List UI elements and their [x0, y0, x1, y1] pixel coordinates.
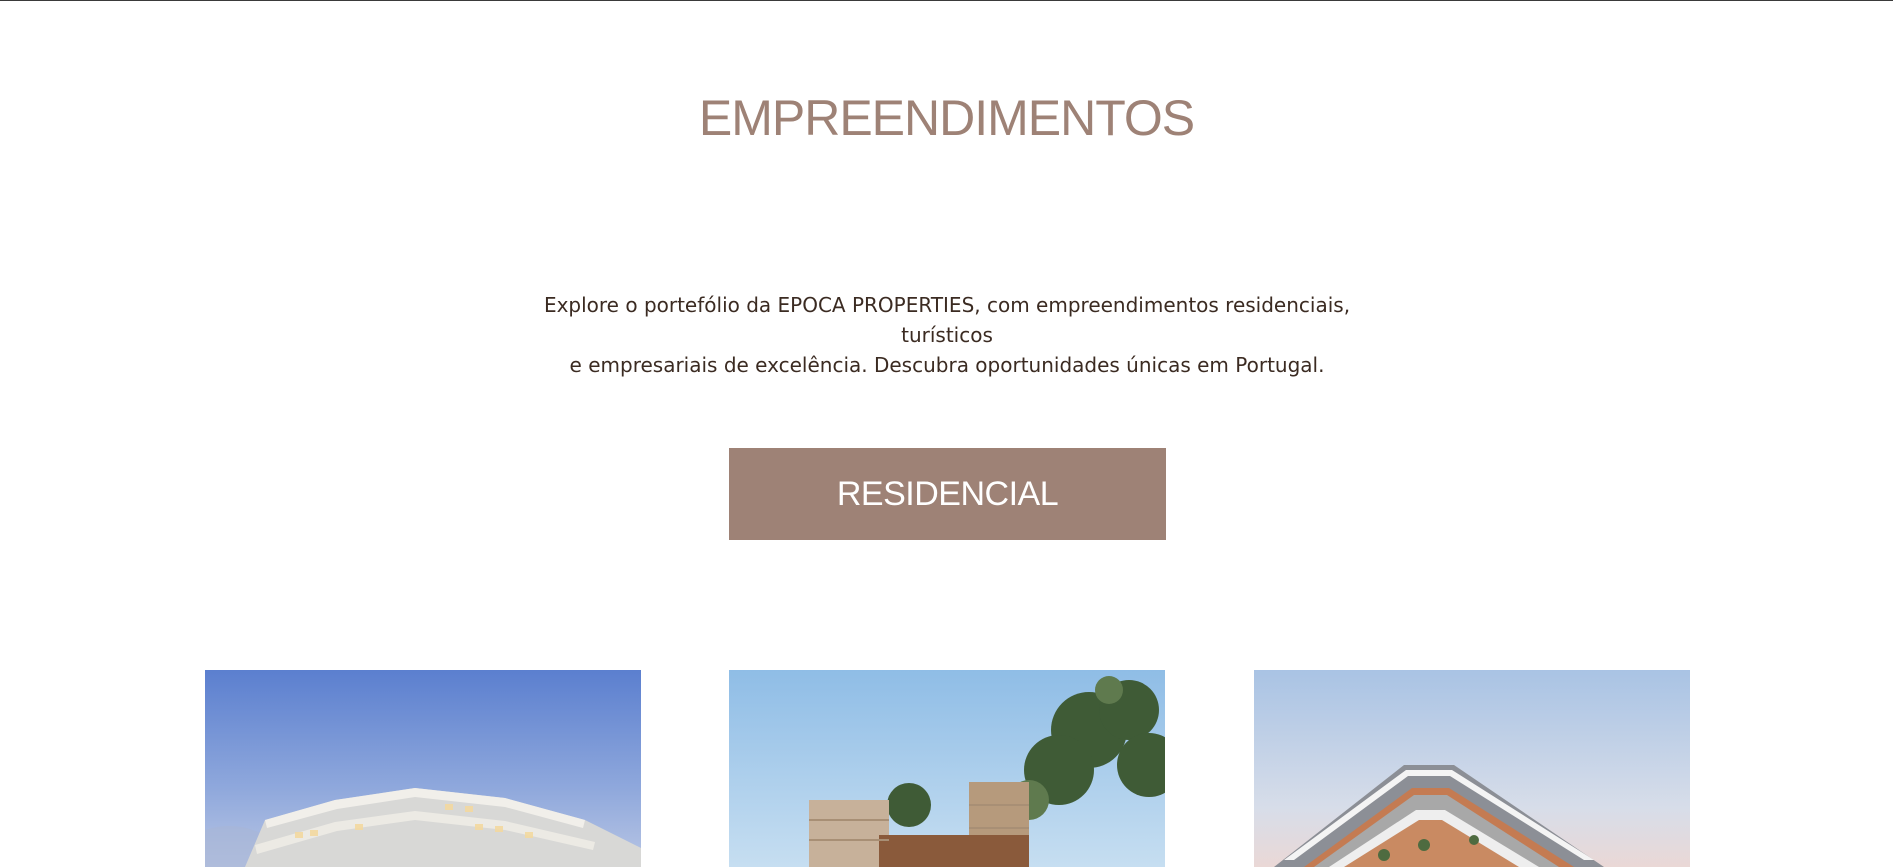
project-card-2[interactable] [729, 670, 1165, 867]
project-card-1[interactable] [205, 670, 641, 867]
project-card-3[interactable] [1254, 670, 1690, 867]
project-image-3 [1254, 670, 1690, 867]
top-divider [0, 0, 1893, 1]
intro-line-2: e empresariais de excelência. Descubra o… [569, 353, 1325, 377]
intro-line-1: Explore o portefólio da EPOCA PROPERTIES… [543, 293, 1351, 347]
section-intro: Explore o portefólio da EPOCA PROPERTIES… [496, 290, 1398, 380]
project-image-1 [205, 670, 641, 867]
residencial-button[interactable]: RESIDENCIAL [729, 448, 1166, 540]
project-image-2 [729, 670, 1165, 867]
section-title: EMPREENDIMENTOS [698, 90, 1195, 146]
